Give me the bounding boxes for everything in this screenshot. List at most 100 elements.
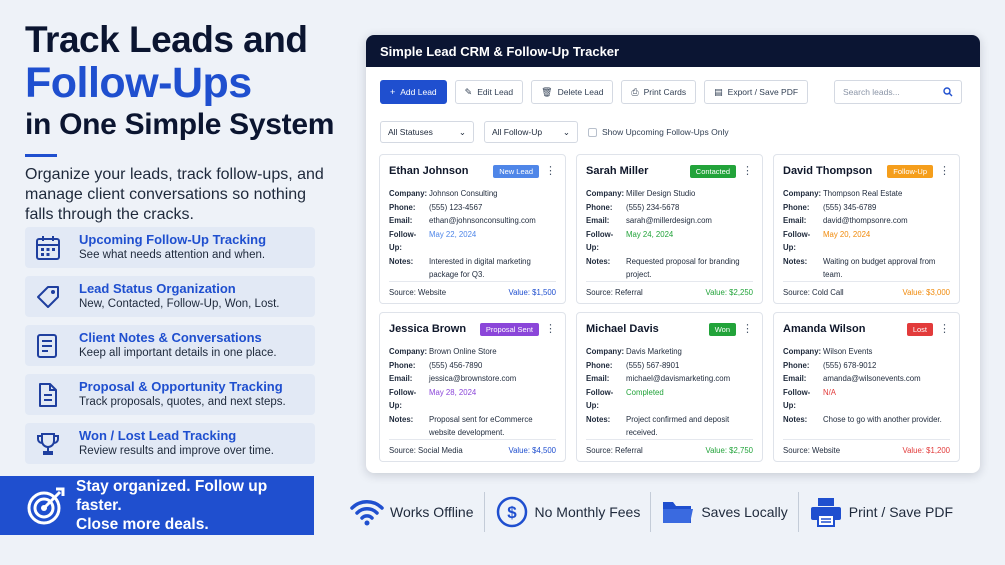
notes-value: Interested in digital marketing package … [429,256,531,280]
card-footer: Source: Website Value: $1,500 [389,281,556,297]
add-lead-button[interactable]: + Add Lead [380,80,447,104]
edit-lead-button[interactable]: ✎ Edit Lead [454,80,524,104]
notes-row: Notes: Project confirmed and deposit rece… [586,413,753,440]
email-value: amanda@wilsonevents.com [823,374,921,383]
feature-subtitle: Review results and improve over time. [79,445,274,457]
status-select[interactable]: All Statuses ⌄ [380,121,474,143]
notes-row: Notes: Interested in digital marketing pa… [389,255,556,282]
benefit-item: Print / Save PDF [799,488,963,536]
pencil-icon: ✎ [464,86,473,97]
print-cards-button[interactable]: ⎙ Print Cards [621,80,697,104]
chevron-down-icon: ⌄ [562,126,570,137]
followup-row: Follow-Up: May 24, 2024 [586,228,753,255]
search-placeholder: Search leads... [843,87,900,97]
lead-value: Value: $2,750 [705,446,753,455]
phone-label: Phone: [783,360,810,370]
notes-value: Waiting on budget approval from team. [823,256,936,280]
notes-label: Notes: [389,414,414,424]
benefit-item: Works Offline [340,488,484,536]
card-header-right: Proposal Sent ⋮ [479,322,556,336]
search-input[interactable]: Search leads... [834,80,962,104]
more-options-icon[interactable]: ⋮ [545,166,556,177]
company-value: Wilson Events [823,347,873,356]
lead-card[interactable]: Michael Davis Won ⋮ Company: Davis Marketing… [576,312,763,462]
status-badge: Proposal Sent [479,322,539,336]
feature-list: Upcoming Follow-Up Tracking See what nee… [25,227,315,472]
lead-value: Value: $2,250 [705,288,753,297]
target-icon [26,486,66,526]
lead-card[interactable]: Ethan Johnson New Lead ⋮ Company: Johnson Co… [379,154,566,304]
followup-row: Follow-Up: N/A [783,386,950,413]
lead-card[interactable]: Amanda Wilson Lost ⋮ Company: Wilson Events P… [773,312,960,462]
followup-row: Follow-Up: May 20, 2024 [783,228,950,255]
company-label: Company: [586,189,625,198]
card-header-right: Lost ⋮ [906,322,950,336]
email-label: Email: [389,374,413,383]
more-options-icon[interactable]: ⋮ [939,166,950,177]
email-value: jessica@brownstore.com [429,374,517,383]
followup-label: Follow-Up: [389,229,417,253]
card-header: Ethan Johnson New Lead ⋮ [389,163,556,179]
email-row: Email: ethan@johnsonconsulting.com [389,214,556,228]
email-row: Email: sarah@millerdesign.com [586,214,753,228]
document-icon [33,380,63,410]
email-label: Email: [783,374,807,383]
followup-label: Follow-Up: [586,229,614,253]
lead-source: Source: Social Media [389,446,463,455]
status-badge: Contacted [689,164,736,178]
phone-value: (555) 123-4567 [429,202,483,212]
lead-name: Michael Davis [586,323,659,335]
lead-name: Ethan Johnson [389,165,469,177]
cta-line1: Stay organized. Follow up faster. [76,478,268,514]
benefit-item: $ No Monthly Fees [485,488,651,536]
email-label: Email: [783,216,807,225]
lead-value: Value: $1,500 [508,288,556,297]
notes-value: Chose to go with another provider. [823,414,942,424]
more-options-icon[interactable]: ⋮ [939,324,950,335]
folder-icon [661,495,695,529]
notes-row: Notes: Chose to go with another provider. [783,413,950,427]
upcoming-only-checkbox[interactable]: Show Upcoming Follow-Ups Only [588,127,729,137]
followup-value: Completed [626,387,664,397]
delete-lead-button[interactable]: 🗑 Delete Lead [531,80,614,104]
card-header-right: Won ⋮ [708,322,753,336]
card-footer: Source: Social Media Value: $4,500 [389,439,556,455]
company-row: Company: Davis Marketing [586,345,753,359]
lead-card[interactable]: Sarah Miller Contacted ⋮ Company: Miller Des… [576,154,763,304]
email-row: Email: david@thompsonre.com [783,214,950,228]
lead-card[interactable]: David Thompson Follow-Up ⋮ Company: Thompson… [773,154,960,304]
export-pdf-button[interactable]: ▤ Export / Save PDF [704,80,809,104]
followup-label: Follow-Up: [783,387,811,411]
hero-description: Organize your leads, track follow-ups, a… [25,166,324,223]
phone-value: (555) 456-7890 [429,360,483,370]
benefit-item: Saves Locally [651,488,797,536]
email-label: Email: [586,374,610,383]
lead-name: David Thompson [783,165,873,177]
company-value: Davis Marketing [626,347,682,356]
card-footer: Source: Referral Value: $2,250 [586,281,753,297]
phone-label: Phone: [586,360,613,370]
followup-row: Follow-Up: May 22, 2024 [389,228,556,255]
company-value: Miller Design Studio [626,189,696,198]
lead-card[interactable]: Jessica Brown Proposal Sent ⋮ Company: Brown… [379,312,566,462]
followup-select[interactable]: All Follow-Up ⌄ [484,121,578,143]
card-header: David Thompson Follow-Up ⋮ [783,163,950,179]
email-value: sarah@millerdesign.com [626,216,712,225]
company-row: Company: Miller Design Studio [586,187,753,201]
followup-value: May 22, 2024 [429,229,477,239]
feature-title: Lead Status Organization [79,281,236,296]
feature-title: Upcoming Follow-Up Tracking [79,232,267,247]
more-options-icon[interactable]: ⋮ [742,324,753,335]
lead-source: Source: Cold Call [783,288,844,297]
lead-source: Source: Referral [586,288,643,297]
email-row: Email: jessica@brownstore.com [389,372,556,386]
company-label: Company: [783,347,822,356]
email-value: ethan@johnsonconsulting.com [429,216,536,225]
email-row: Email: michael@davismarketing.com [586,372,753,386]
more-options-icon[interactable]: ⋮ [545,324,556,335]
more-options-icon[interactable]: ⋮ [742,166,753,177]
company-value: Brown Online Store [429,347,497,356]
card-header: Sarah Miller Contacted ⋮ [586,163,753,179]
phone-value: (555) 678-9012 [823,360,877,370]
notes-value: Project confirmed and deposit received. [626,414,730,438]
